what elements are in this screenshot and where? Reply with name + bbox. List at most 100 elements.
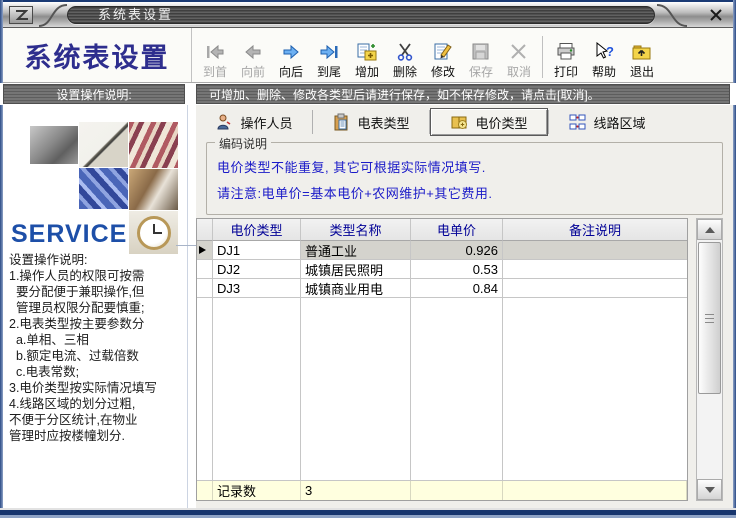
- divider-tick: [176, 245, 196, 246]
- scroll-down-button[interactable]: [697, 479, 722, 500]
- scroll-up-button[interactable]: [697, 219, 722, 240]
- table-row[interactable]: DJ3城镇商业用电0.84: [197, 279, 687, 298]
- modify-label: 修改: [431, 63, 455, 80]
- tab-meter-type[interactable]: 电表类型: [313, 107, 429, 137]
- window-bottom-border: [0, 508, 736, 518]
- add-button[interactable]: 增加: [348, 34, 386, 82]
- cell-unit-price[interactable]: 0.53: [411, 260, 503, 279]
- photo-sticks: [129, 122, 178, 168]
- cancel-label: 取消: [507, 63, 531, 80]
- table-row[interactable]: DJ2城镇居民照明0.53: [197, 260, 687, 279]
- page-title: 系统表设置: [3, 28, 192, 82]
- modify-button[interactable]: 修改: [424, 34, 462, 82]
- service-label: SERVICE: [11, 220, 127, 249]
- person-icon: [215, 113, 233, 131]
- close-button[interactable]: [707, 6, 725, 24]
- cell-type-name[interactable]: 城镇商业用电: [301, 279, 411, 298]
- main-panel: 操作人员 电表类型 电价类型: [196, 105, 733, 508]
- app-logo-icon: [9, 6, 33, 24]
- table-row[interactable]: DJ1普通工业0.926: [197, 241, 687, 260]
- svg-text:?: ?: [606, 44, 614, 59]
- to-last-label: 到尾: [317, 63, 341, 80]
- vertical-scrollbar[interactable]: [696, 218, 723, 501]
- tab-price-type[interactable]: 电价类型: [430, 108, 548, 136]
- record-count-value: 3: [301, 481, 411, 500]
- cell-unit-price[interactable]: 0.84: [411, 279, 503, 298]
- header-unit-price[interactable]: 电单价: [411, 219, 503, 241]
- price-type-table: 电价类型 类型名称 电单价 备注说明 DJ1普通工业0.926DJ2城镇居民照明…: [196, 218, 688, 501]
- save-button[interactable]: 保存: [462, 34, 500, 82]
- photo-pen: [79, 122, 128, 167]
- header-type-name[interactable]: 类型名称: [301, 219, 411, 241]
- empty-cell: [411, 298, 503, 480]
- tab-price-type-label: 电价类型: [475, 113, 527, 132]
- cell-remark[interactable]: [503, 241, 687, 260]
- header-indicator: [197, 219, 213, 241]
- next-label: 向后: [279, 63, 303, 80]
- previous-label: 向前: [241, 63, 265, 80]
- tab-bar: 操作人员 电表类型 电价类型: [196, 105, 665, 139]
- app-window: 系统表设置 系统表设置 到首 向前: [0, 0, 736, 518]
- tab-operators-label: 操作人员: [240, 113, 292, 132]
- encoding-groupbox: 编码说明 电价类型不能重复, 其它可根据实际情况填写. 请注意:电单价=基本电价…: [206, 142, 723, 215]
- photo-watch: [129, 211, 178, 254]
- empty-cell: [503, 298, 687, 480]
- exit-icon: [631, 42, 653, 62]
- help-button[interactable]: ? 帮助: [585, 34, 623, 82]
- cell-type-name[interactable]: 城镇居民照明: [301, 260, 411, 279]
- cell-remark[interactable]: [503, 279, 687, 298]
- area-diagram-icon: [568, 113, 586, 131]
- groupbox-title: 编码说明: [215, 135, 271, 152]
- empty-cell: [213, 298, 301, 480]
- header-price-type[interactable]: 电价类型: [213, 219, 301, 241]
- sidebar-instructions: 设置操作说明: 1.操作人员的权限可按需 要分配便于兼职操作,但 管理员权限分配…: [9, 252, 189, 444]
- window-title: 系统表设置: [67, 6, 655, 24]
- add-label: 增加: [355, 63, 379, 80]
- toolbar-buttons: 到首 向前 向后 到尾: [196, 30, 661, 82]
- row-indicator: [197, 241, 213, 260]
- to-first-label: 到首: [203, 63, 227, 80]
- panel-divider: [187, 105, 188, 508]
- print-icon: [555, 42, 577, 62]
- delete-button[interactable]: 删除: [386, 34, 424, 82]
- footer-empty: [503, 481, 687, 500]
- previous-button[interactable]: 向前: [234, 34, 272, 82]
- scroll-up-icon: [705, 227, 715, 233]
- header-remark[interactable]: 备注说明: [503, 219, 687, 241]
- photo-keyboard: [79, 168, 128, 209]
- print-button[interactable]: 打印: [547, 34, 585, 82]
- cell-type-name[interactable]: 普通工业: [301, 241, 411, 260]
- exit-button[interactable]: 退出: [623, 34, 661, 82]
- help-icon: ?: [593, 42, 615, 62]
- table-footer: 记录数 3: [197, 480, 687, 500]
- to-last-button[interactable]: 到尾: [310, 34, 348, 82]
- next-icon: [280, 42, 302, 62]
- to-first-button[interactable]: 到首: [196, 34, 234, 82]
- titlebar[interactable]: 系统表设置: [3, 2, 733, 28]
- table-header: 电价类型 类型名称 电单价 备注说明: [197, 219, 687, 241]
- tab-line-area-label: 线路区域: [593, 113, 645, 132]
- cell-price-type[interactable]: DJ1: [213, 241, 301, 260]
- cell-price-type[interactable]: DJ2: [213, 260, 301, 279]
- to-last-icon: [318, 42, 340, 62]
- modify-icon: [432, 42, 454, 62]
- clipboard-icon: [332, 113, 350, 131]
- scrollbar-thumb[interactable]: [698, 242, 721, 394]
- cancel-button[interactable]: 取消: [500, 34, 538, 82]
- save-icon: [470, 42, 492, 62]
- to-first-icon: [204, 42, 226, 62]
- delete-icon: [394, 42, 416, 62]
- cell-unit-price[interactable]: 0.926: [411, 241, 503, 260]
- cell-remark[interactable]: [503, 260, 687, 279]
- footer-empty: [411, 481, 503, 500]
- tab-operators[interactable]: 操作人员: [196, 107, 312, 137]
- info-bar-right: 可增加、删除、修改各类型后请进行保存，如不保存修改，请点击[取消]。: [196, 84, 730, 104]
- cell-price-type[interactable]: DJ3: [213, 279, 301, 298]
- empty-cell: [197, 298, 213, 480]
- groupbox-note-2: 请注意:电单价=基本电价+农网维护+其它费用.: [217, 183, 493, 202]
- next-button[interactable]: 向后: [272, 34, 310, 82]
- price-book-icon: [450, 113, 468, 131]
- record-count-label: 记录数: [213, 481, 301, 500]
- toolbar: 系统表设置 到首 向前 向后: [3, 28, 733, 83]
- tab-line-area[interactable]: 线路区域: [549, 107, 665, 137]
